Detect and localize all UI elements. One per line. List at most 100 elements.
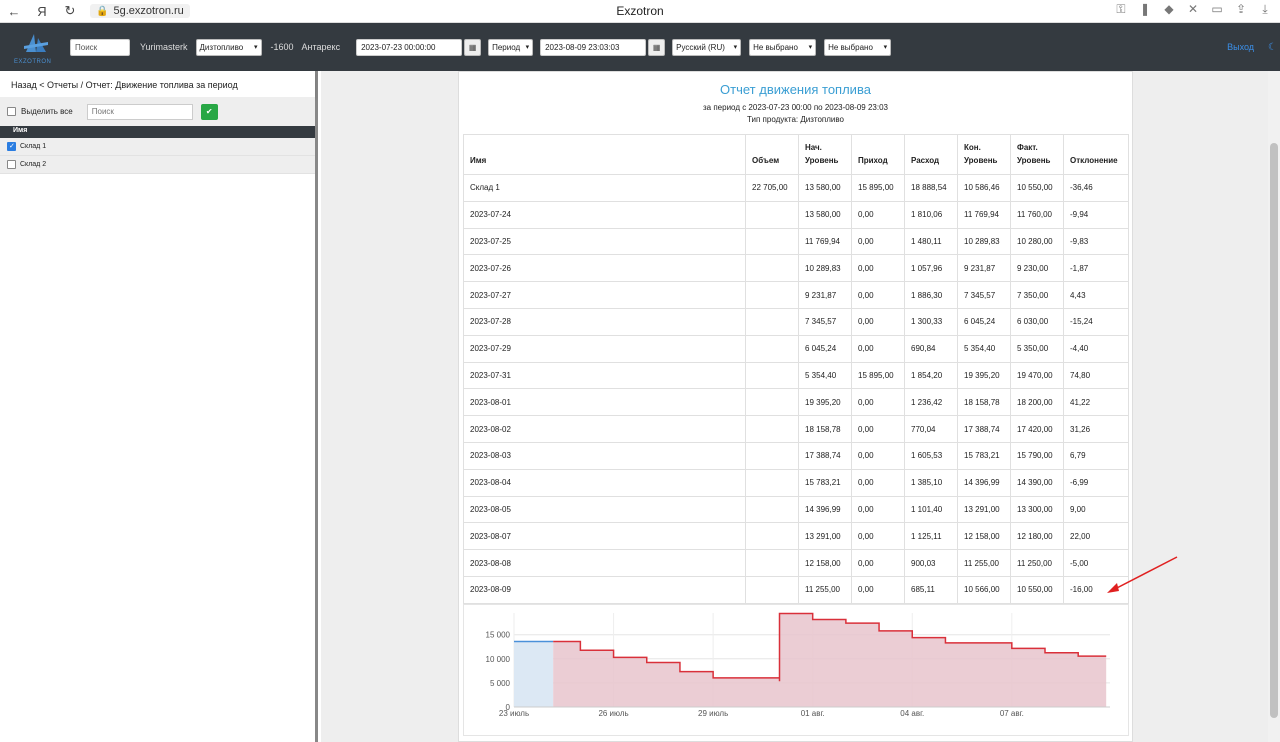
area-fill — [553, 613, 1107, 707]
download-icon[interactable]: ⤓ — [1254, 2, 1276, 17]
table-cell: 0,00 — [851, 549, 905, 577]
table-cell: 6,79 — [1063, 441, 1129, 470]
table-cell: -9,94 — [1063, 200, 1129, 229]
table-cell: 0,00 — [851, 495, 905, 524]
table-row: 2023-07-26 10 289,83 0,00 1 057,96 9 231,87 9… — [463, 254, 1129, 283]
calendar-icon[interactable]: ▦ — [464, 38, 482, 56]
table-cell: 41,22 — [1063, 388, 1129, 417]
table-cell: 2023-08-01 — [463, 388, 746, 417]
user-name[interactable]: Yurimasterk — [140, 42, 188, 52]
table-cell: 10 289,83 — [798, 254, 852, 283]
table-cell: 2023-08-07 — [463, 522, 746, 551]
table-cell: 1 605,53 — [904, 441, 958, 470]
table-cell: 5 354,40 — [798, 361, 852, 390]
table-cell: 2023-07-25 — [463, 227, 746, 256]
list-item[interactable]: Склад 2 — [0, 156, 315, 174]
filter-select-2[interactable]: Не выбрано ▾ — [824, 38, 892, 56]
table-cell: 2023-08-02 — [463, 415, 746, 443]
fuel-chart: 05 000 10 000 15 000 23 июль 26 июль 29 июль 0… — [463, 604, 1129, 736]
table-cell: 11 769,94 — [798, 227, 852, 256]
table-cell: 2023-08-04 — [463, 468, 746, 497]
bookmark-icon[interactable]: ❚ — [1134, 2, 1156, 17]
table-cell: 2023-07-29 — [463, 334, 746, 363]
table-cell — [745, 200, 799, 229]
table-cell: 22 705,00 — [745, 174, 799, 202]
key-icon[interactable]: ⚿ — [1110, 2, 1132, 17]
table-cell: 0,00 — [851, 254, 905, 283]
table-cell: 0,00 — [851, 281, 905, 309]
table-cell: 5 350,00 — [1010, 334, 1064, 363]
table-cell: 74,80 — [1063, 361, 1129, 390]
item-checkbox[interactable] — [7, 160, 16, 169]
cross-icon[interactable]: ✕ — [1182, 2, 1204, 17]
table-cell: 0,00 — [851, 575, 905, 604]
sidebar-search-input[interactable]: Поиск — [86, 103, 193, 120]
breadcrumb[interactable]: Назад < Отчеты / Отчет: Движение топлива… — [0, 71, 315, 97]
col-header: Имя — [463, 134, 746, 175]
table-cell — [745, 495, 799, 524]
period-dropdown[interactable]: Период ▾ — [488, 38, 534, 56]
language-select[interactable]: Русский (RU) ▾ — [672, 38, 742, 56]
list-item[interactable]: Склад 1 — [0, 138, 315, 156]
browser-extensions: ⚿ ❚ ◆ ✕ ▭ ⇪ ⤓ — [1110, 2, 1276, 17]
address-bar[interactable]: 🔒 5g.exzotron.ru — [90, 4, 190, 18]
table-cell — [745, 575, 799, 604]
table-row: 2023-08-07 13 291,00 0,00 1 125,11 12 158,00… — [463, 522, 1129, 551]
x-tick-label: 01 авг. — [801, 709, 825, 718]
share-icon[interactable]: ⇪ — [1230, 2, 1252, 17]
filter-select-1[interactable]: Не выбрано ▾ — [749, 38, 817, 56]
logout-link[interactable]: Выход — [1227, 42, 1254, 52]
table-cell — [745, 361, 799, 390]
table-header-row: Имя Объем Нач. Уровень Приход Расход Кон… — [463, 134, 1129, 175]
logo[interactable]: EXZOTRON — [14, 29, 56, 65]
col-header: Приход — [851, 134, 905, 175]
date-to-input[interactable]: 2023-08-09 23:03:03 — [540, 38, 647, 56]
table-row: 2023-08-09 11 255,00 0,00 685,11 10 566,00 10… — [463, 575, 1129, 604]
table-cell: 13 291,00 — [957, 495, 1011, 524]
table-cell: 14 396,99 — [957, 468, 1011, 497]
search-input[interactable]: Поиск — [70, 38, 130, 56]
table-cell: 15 895,00 — [851, 361, 905, 390]
back-icon[interactable]: ← — [0, 4, 28, 19]
table-row: 2023-08-04 15 783,21 0,00 1 385,10 14 396,99… — [463, 468, 1129, 497]
moon-icon[interactable]: ☾ — [1268, 42, 1277, 53]
col-header: Кон. Уровень — [957, 134, 1011, 175]
browser-toolbar: ← Я ↻ 🔒 5g.exzotron.ru Exzotron ⚿ ❚ ◆ ✕ ▭ ⇪ ⤓ — [0, 0, 1280, 23]
table-cell: 2023-07-28 — [463, 307, 746, 336]
table-cell: 11 760,00 — [1010, 200, 1064, 229]
table-cell: 770,04 — [904, 415, 958, 443]
date-from-input[interactable]: 2023-07-23 00:00:00 — [356, 38, 463, 56]
table-cell: 14 396,99 — [798, 495, 852, 524]
select-all-label[interactable]: Выделить все — [21, 107, 73, 116]
extension-icon[interactable]: ◆ — [1158, 2, 1180, 17]
apply-button[interactable]: ✔ — [200, 103, 218, 120]
company-name: Антарекс — [301, 42, 341, 52]
table-cell: 10 566,00 — [957, 575, 1011, 604]
table-cell — [745, 522, 799, 551]
table-cell: 0,00 — [851, 441, 905, 470]
reload-icon[interactable]: ↻ — [56, 3, 84, 19]
yandex-icon[interactable]: Я — [28, 4, 56, 19]
table-cell: 9,00 — [1063, 495, 1129, 524]
table-cell: 2023-07-24 — [463, 200, 746, 229]
battery-icon[interactable]: ▭ — [1206, 2, 1228, 17]
table-cell: 14 390,00 — [1010, 468, 1064, 497]
table-cell: -6,99 — [1063, 468, 1129, 497]
fuel-select[interactable]: Дизтопливо ▾ — [195, 38, 262, 56]
table-cell: -15,24 — [1063, 307, 1129, 336]
col-header: Нач. Уровень — [798, 134, 852, 175]
scrollbar[interactable] — [1268, 71, 1280, 742]
scrollbar-thumb[interactable] — [1270, 143, 1278, 718]
table-cell: 1 810,06 — [904, 200, 958, 229]
table-cell: 0,00 — [851, 415, 905, 443]
item-checkbox[interactable] — [7, 142, 16, 151]
calendar-icon[interactable]: ▦ — [648, 38, 666, 56]
table-row: 2023-07-25 11 769,94 0,00 1 480,11 10 289,83… — [463, 227, 1129, 256]
table-cell: 1 125,11 — [904, 522, 958, 551]
table-cell: 6 030,00 — [1010, 307, 1064, 336]
table-cell: -1,87 — [1063, 254, 1129, 283]
col-header: Расход — [904, 134, 958, 175]
table-cell — [745, 307, 799, 336]
select-all-checkbox[interactable] — [7, 107, 16, 116]
x-tick-label: 07 авг. — [1000, 709, 1024, 718]
